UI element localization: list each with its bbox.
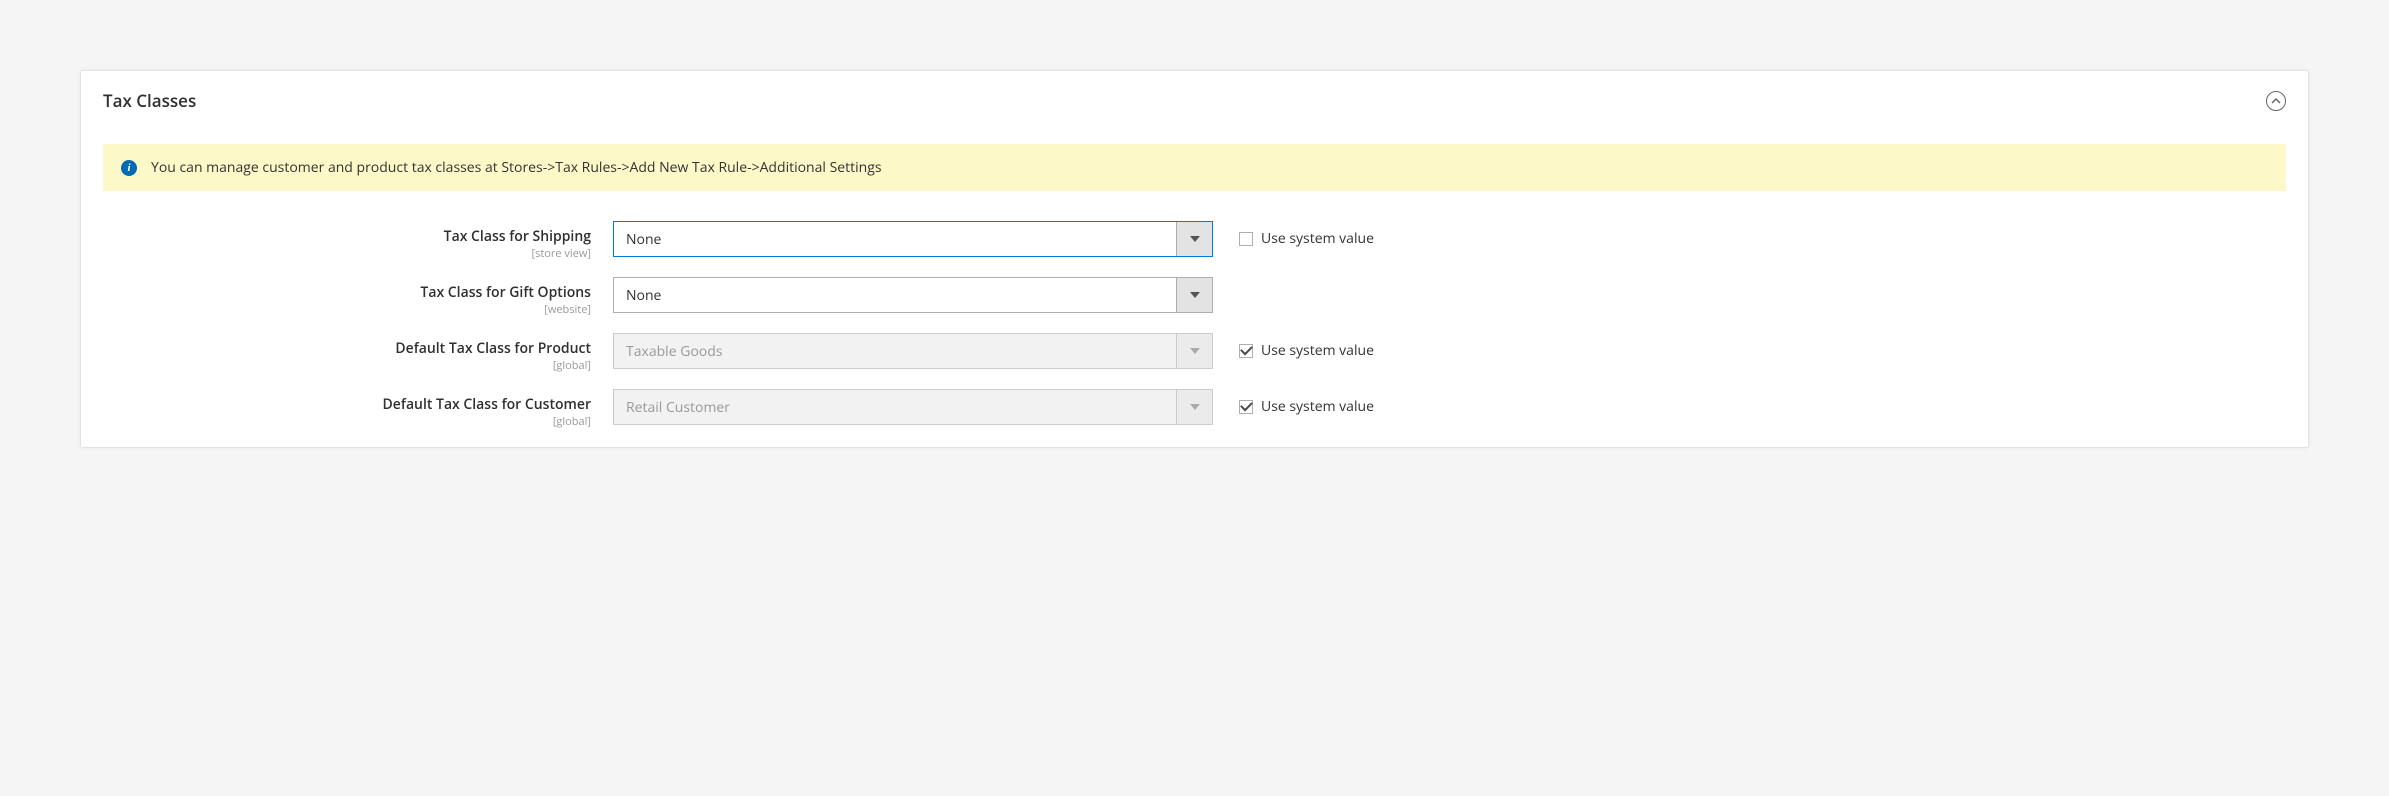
checkbox-label: Use system value [1261,397,1374,416]
shipping-tax-class-select[interactable]: None [613,221,1213,257]
use-system-value-checkbox-product[interactable] [1239,344,1253,358]
chevron-up-icon [2271,98,2281,104]
select-value: None [614,222,1176,256]
field-scope: [global] [103,358,591,373]
tax-classes-panel: Tax Classes i You can manage customer an… [80,70,2309,448]
panel-header: Tax Classes [81,71,2308,122]
control-col: Taxable Goods [613,333,1213,369]
field-row-gift: Tax Class for Gift Options [website] Non… [81,269,2308,325]
use-system-value-checkbox-shipping[interactable] [1239,232,1253,246]
checkbox-label: Use system value [1261,341,1374,360]
caret-down-icon [1190,348,1200,354]
select-value: Taxable Goods [614,334,1176,368]
use-system-value-checkbox-customer[interactable] [1239,400,1253,414]
field-label: Default Tax Class for Customer [383,395,591,414]
caret-down-icon [1190,236,1200,242]
field-scope: [global] [103,414,591,429]
label-col: Default Tax Class for Customer [global] [103,389,613,429]
label-col: Default Tax Class for Product [global] [103,333,613,373]
dropdown-caret [1176,278,1212,312]
field-label: Tax Class for Gift Options [420,283,591,302]
notice-text: You can manage customer and product tax … [151,158,882,177]
extra-col: Use system value [1213,333,1374,360]
label-col: Tax Class for Shipping [store view] [103,221,613,261]
info-notice: i You can manage customer and product ta… [103,144,2286,191]
field-scope: [website] [103,302,591,317]
control-col: None [613,277,1213,313]
select-value: None [614,278,1176,312]
collapse-toggle[interactable] [2266,91,2286,111]
caret-down-icon [1190,404,1200,410]
caret-down-icon [1190,292,1200,298]
info-icon: i [121,160,137,176]
field-row-shipping: Tax Class for Shipping [store view] None… [81,213,2308,269]
section-title: Tax Classes [103,89,196,112]
label-col: Tax Class for Gift Options [website] [103,277,613,317]
field-label: Default Tax Class for Product [395,339,591,358]
field-label: Tax Class for Shipping [444,227,591,246]
field-row-product: Default Tax Class for Product [global] T… [81,325,2308,381]
gift-tax-class-select[interactable]: None [613,277,1213,313]
control-col: None [613,221,1213,257]
dropdown-caret [1176,334,1212,368]
dropdown-caret [1176,390,1212,424]
extra-col [1213,277,1239,285]
checkbox-label: Use system value [1261,229,1374,248]
select-value: Retail Customer [614,390,1176,424]
extra-col: Use system value [1213,389,1374,416]
product-tax-class-select: Taxable Goods [613,333,1213,369]
extra-col: Use system value [1213,221,1374,248]
field-row-customer: Default Tax Class for Customer [global] … [81,381,2308,447]
control-col: Retail Customer [613,389,1213,425]
dropdown-caret [1176,222,1212,256]
field-scope: [store view] [103,246,591,261]
customer-tax-class-select: Retail Customer [613,389,1213,425]
